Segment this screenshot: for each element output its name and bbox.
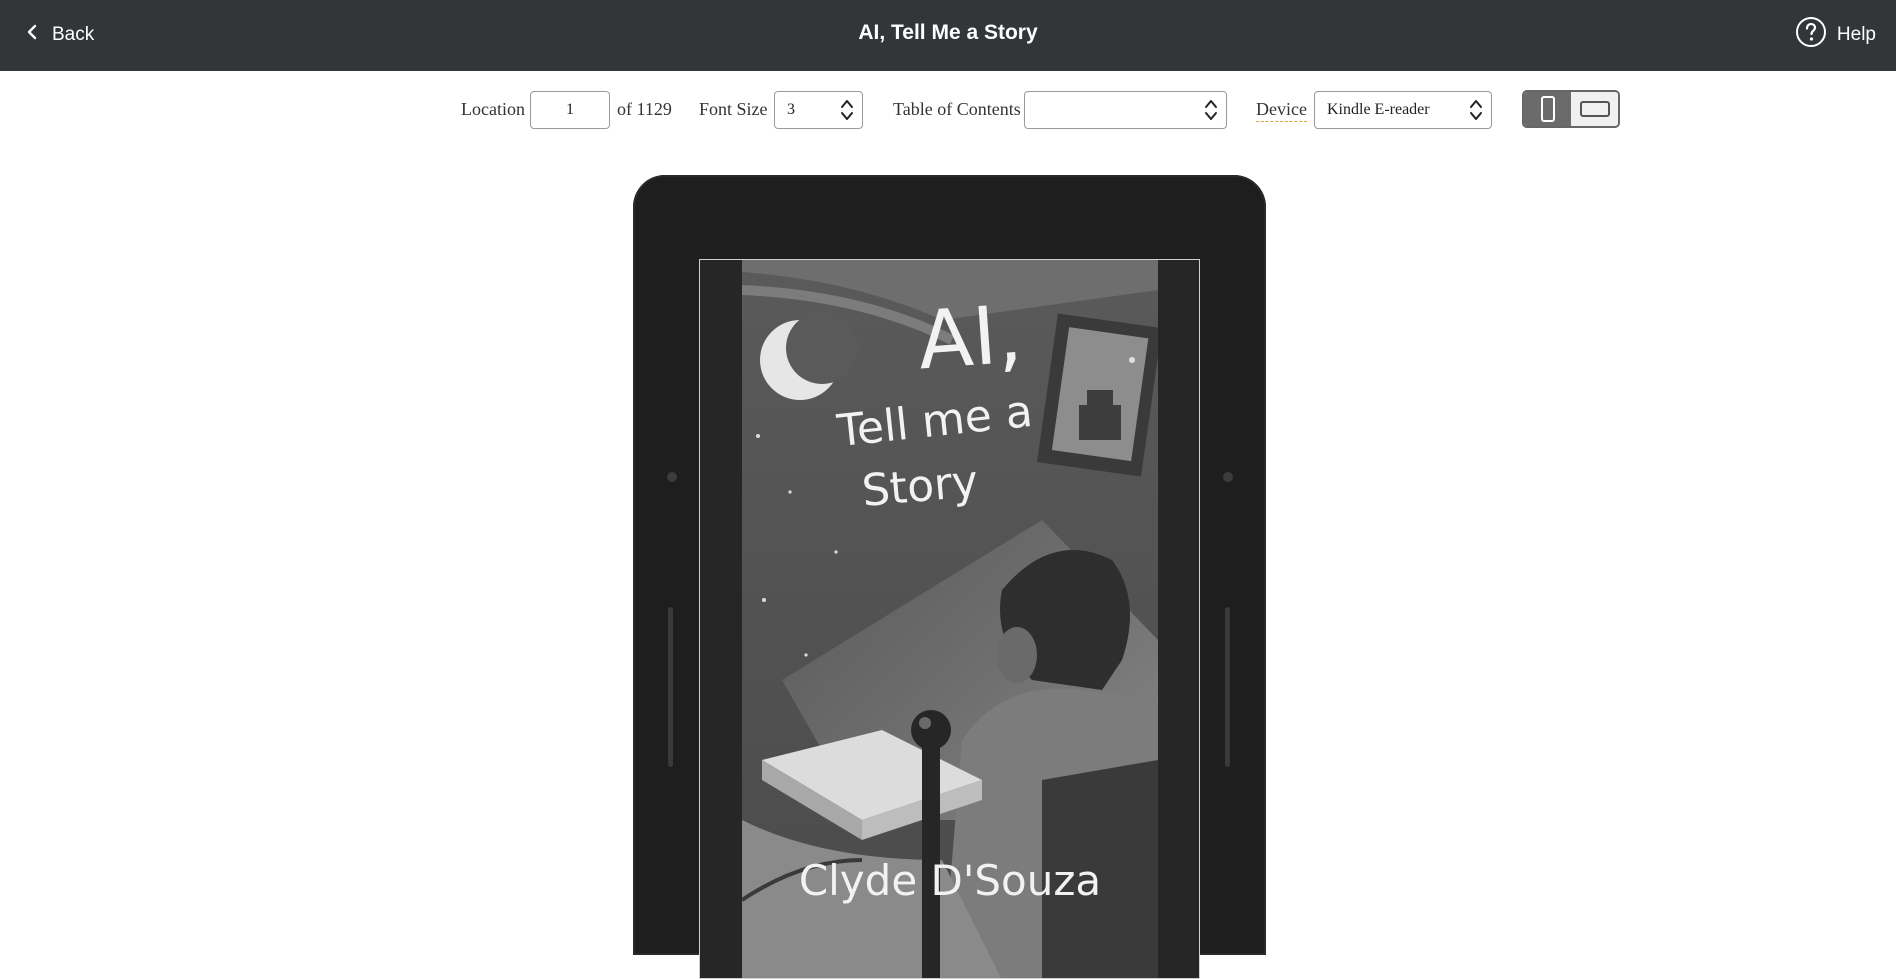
updown-chevron-icon: [1205, 100, 1217, 120]
preview-toolbar: Location of 1129 Font Size 3 Table of Co…: [0, 71, 1896, 151]
portrait-icon: [1540, 96, 1555, 122]
landscape-icon: [1579, 101, 1610, 117]
font-size-select[interactable]: 3: [774, 91, 863, 129]
device-select[interactable]: Kindle E-reader: [1314, 91, 1492, 129]
toc-select[interactable]: [1024, 91, 1227, 129]
orientation-toggle: [1522, 90, 1620, 128]
device-page-button: [1225, 607, 1230, 767]
updown-chevron-icon: [841, 100, 853, 120]
cover-author: Clyde D'Souza: [798, 856, 1102, 905]
location-total: of 1129: [617, 99, 672, 119]
device-screen: AI, Tell me a Story Clyde D'Souza: [699, 259, 1200, 979]
toc-label: Table of Contents: [893, 99, 1021, 119]
top-bar: Back AI, Tell Me a Story Help: [0, 0, 1896, 71]
help-button[interactable]: Help: [1795, 16, 1876, 54]
cover-title-line1: AI,: [914, 287, 1025, 388]
kindle-device-frame: AI, Tell me a Story Clyde D'Souza: [633, 175, 1266, 979]
page-title: AI, Tell Me a Story: [858, 21, 1038, 44]
device-side-dot: [1223, 472, 1233, 482]
font-size-label: Font Size: [699, 99, 768, 119]
location-label: Location: [461, 99, 525, 119]
question-circle-icon: [1795, 16, 1827, 54]
portrait-button[interactable]: [1524, 92, 1571, 126]
landscape-button[interactable]: [1571, 92, 1618, 126]
location-input[interactable]: [530, 91, 610, 129]
device-value: Kindle E-reader: [1327, 101, 1430, 118]
device-page-button: [668, 607, 673, 767]
help-label: Help: [1836, 24, 1876, 45]
device-label: Device: [1256, 99, 1307, 122]
device-side-dot: [667, 472, 677, 482]
updown-chevron-icon: [1470, 100, 1482, 120]
font-size-value: 3: [787, 101, 795, 118]
